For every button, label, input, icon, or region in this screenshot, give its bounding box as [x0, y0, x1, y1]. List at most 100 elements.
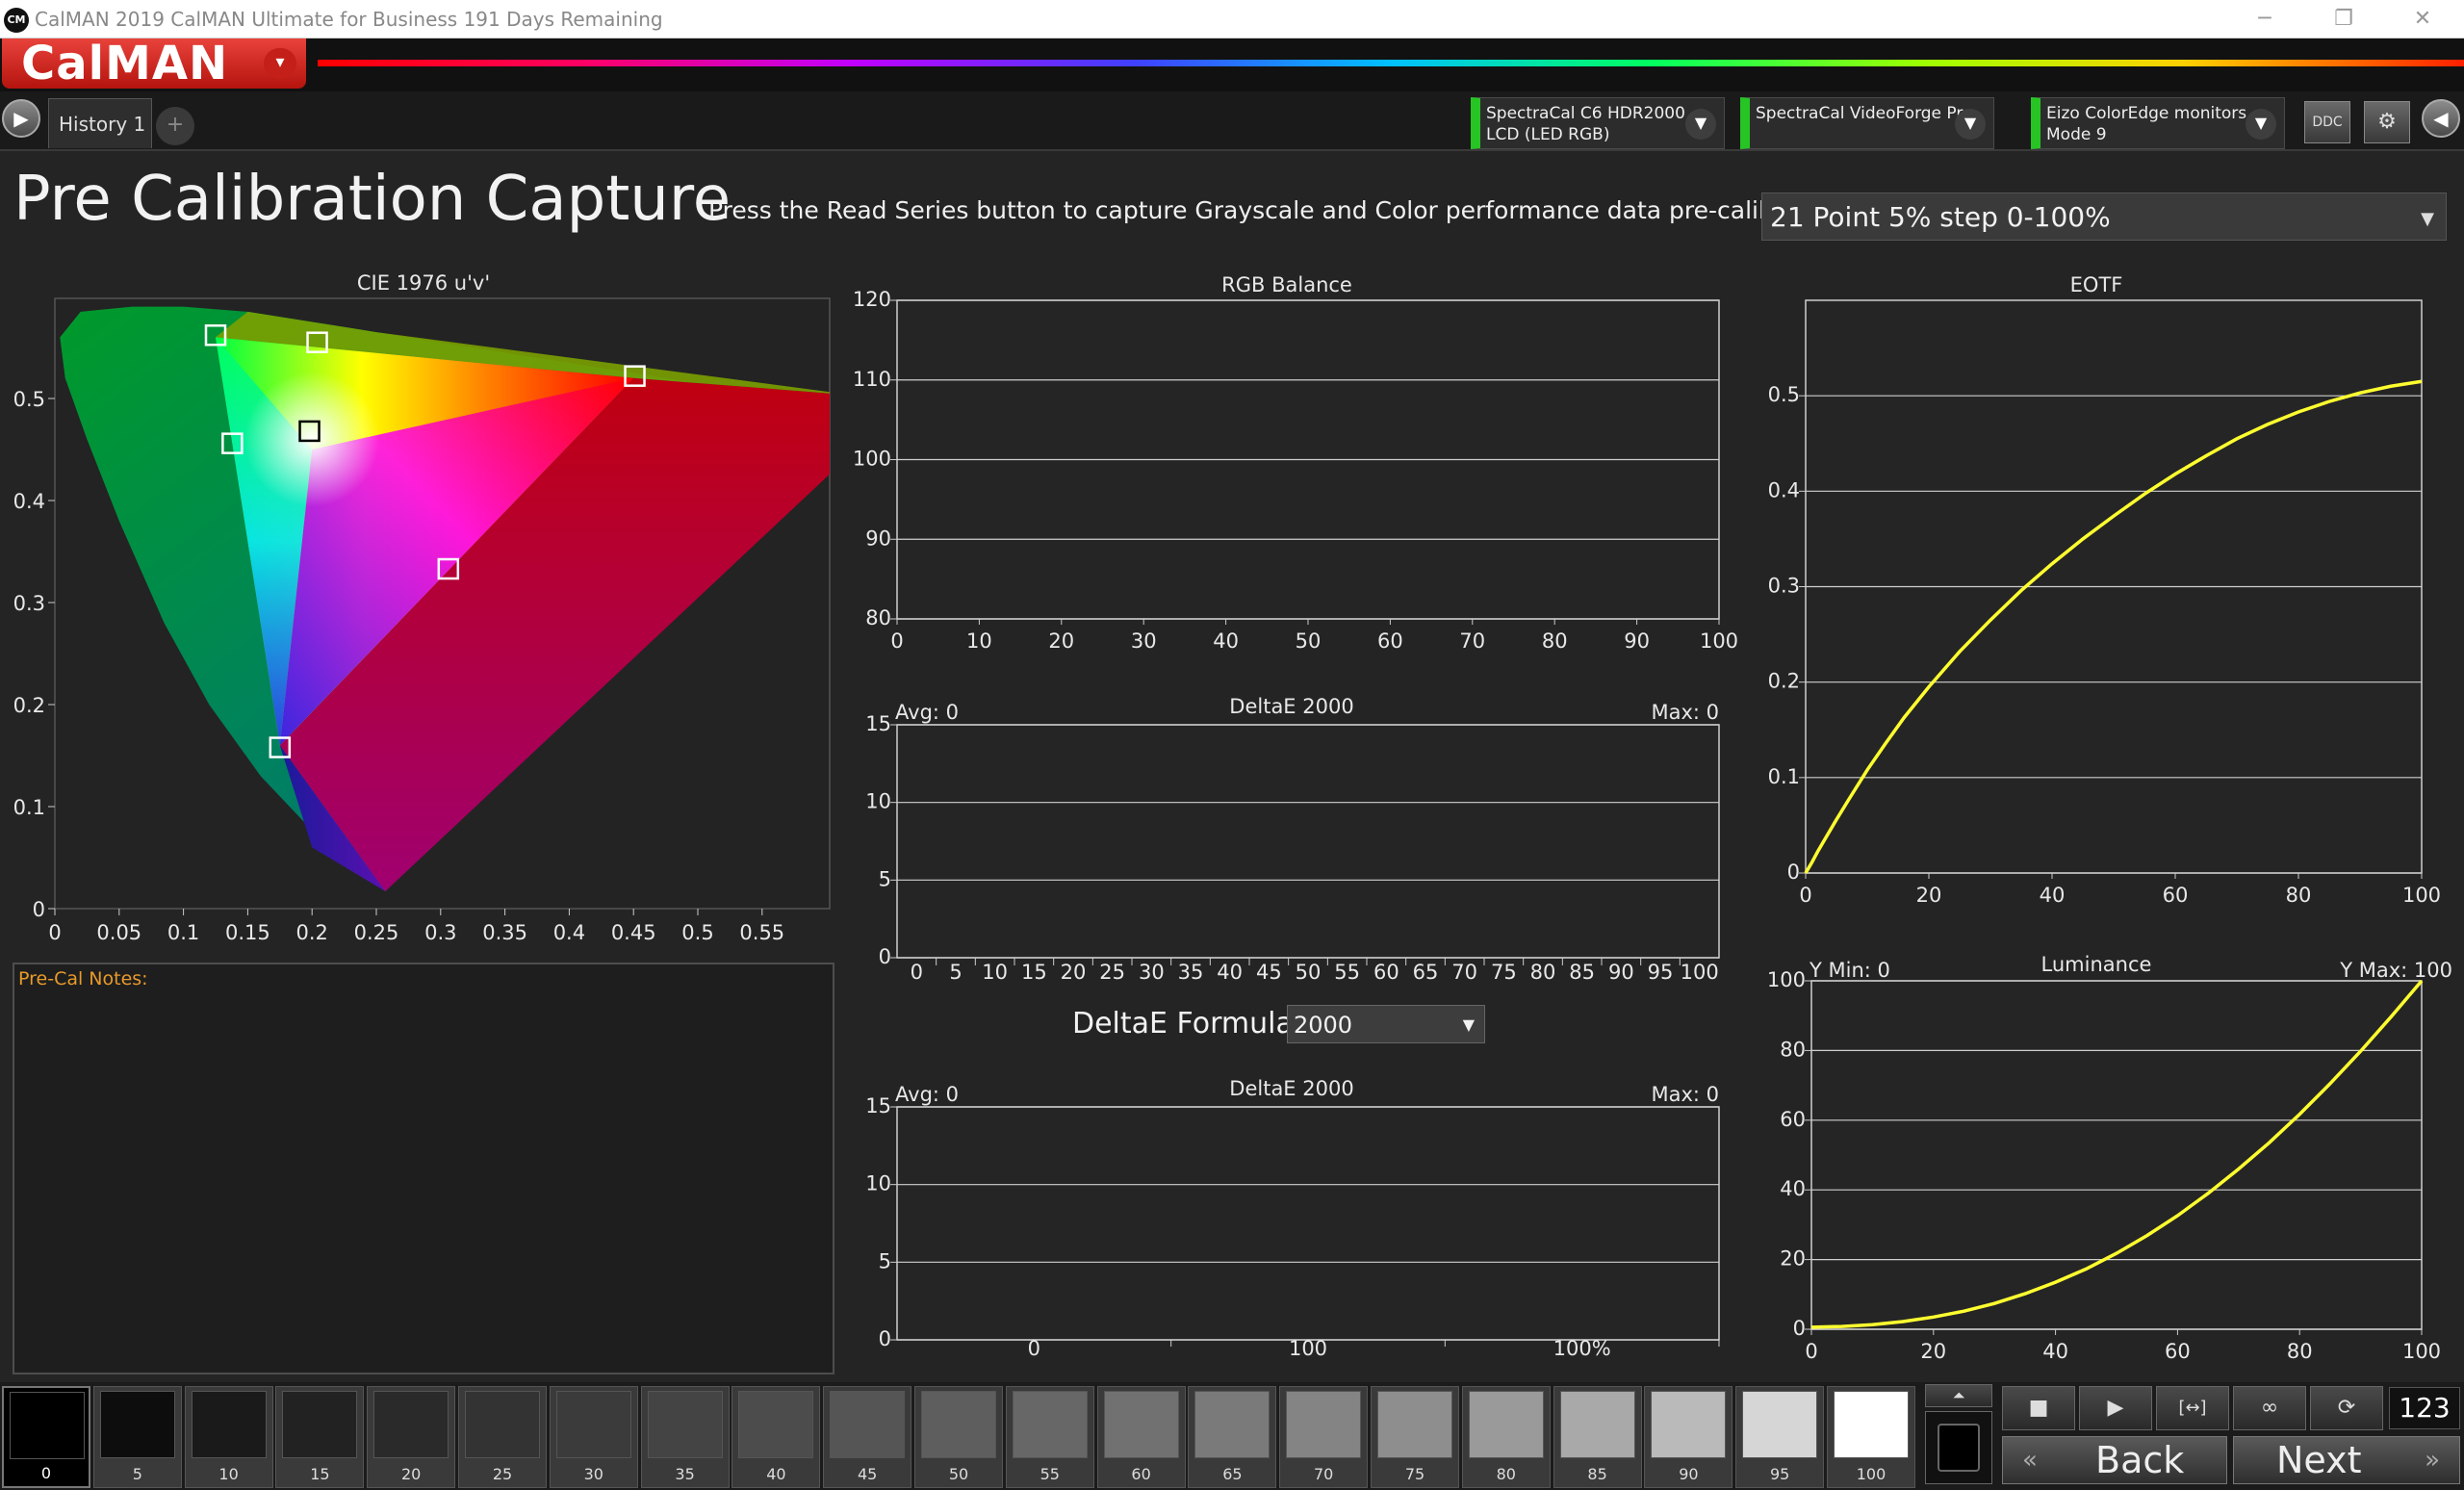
- luminance-ymin: Y Min: 0: [1809, 959, 1890, 982]
- cie-chart-svg: 0 0.05 0.1 0.15 0.2 0.25 0.3 0.35 0.4 0.45 0.5 0.55…: [13, 271, 831, 944]
- swatch-label: 30: [583, 1465, 603, 1483]
- swatch-20[interactable]: 20: [367, 1386, 456, 1488]
- swatch-75[interactable]: 75: [1371, 1386, 1459, 1488]
- cie-x-tick-label: 0.25: [354, 921, 399, 944]
- eotf-x-tick-label: 20: [1916, 884, 1942, 907]
- chevron-down-icon[interactable]: ▼: [1463, 1015, 1475, 1034]
- cie-x-tick-label: 0.05: [96, 921, 141, 944]
- source-selector[interactable]: SpectraCal VideoForge Pro ▼: [1740, 97, 1994, 149]
- swatch-35[interactable]: 35: [640, 1386, 730, 1488]
- swatch-chip: [373, 1391, 449, 1458]
- swatch-55[interactable]: 55: [1005, 1386, 1094, 1488]
- swatch-label: 90: [1679, 1465, 1699, 1483]
- deltae-color-y-tick-label: 10: [865, 1172, 891, 1195]
- swatch-0[interactable]: 0: [2, 1386, 90, 1488]
- pre-cal-notes-field[interactable]: Pre-Cal Notes:: [13, 963, 834, 1374]
- deltae-grayscale-x-label: 95: [1648, 961, 1674, 984]
- swatch-chip: [1103, 1391, 1179, 1458]
- swatch-15[interactable]: 15: [275, 1386, 365, 1488]
- luminance-svg: Luminance Y Min: 0 Y Max: 100 0 20 40 60 80 1…: [1767, 953, 2452, 1363]
- eotf-y-tick-label: 0.4: [1768, 478, 1800, 501]
- deltae-grayscale-x-label: 40: [1217, 961, 1243, 984]
- luminance-x-tick-label: 40: [2042, 1340, 2068, 1363]
- deltae-grayscale-avg: Avg: 0: [895, 701, 959, 724]
- swatch-65[interactable]: 65: [1188, 1386, 1277, 1488]
- swatch-80[interactable]: 80: [1461, 1386, 1551, 1488]
- deltae-color-x-label: 100%: [1553, 1337, 1611, 1360]
- swatch-chip: [1468, 1391, 1544, 1458]
- cie-x-tick-label: 0.45: [611, 921, 656, 944]
- gear-icon[interactable]: ⚙: [2364, 101, 2410, 143]
- collapse-panel-icon[interactable]: ◀: [2422, 99, 2460, 138]
- white-point-glow: [244, 372, 380, 507]
- logo-text: CalMAN: [21, 37, 229, 90]
- cie-y-tick-label: 0.2: [13, 694, 45, 717]
- swatch-10[interactable]: 10: [184, 1386, 273, 1488]
- next-button[interactable]: Next »: [2233, 1436, 2460, 1484]
- chevron-down-icon[interactable]: ▼: [1955, 109, 1986, 140]
- luminance-plot-area: [1810, 980, 2423, 1330]
- swatch-25[interactable]: 25: [458, 1386, 547, 1488]
- eotf-y-tick-label: 0.2: [1768, 670, 1800, 693]
- continuous-read-button[interactable]: ∞: [2233, 1386, 2306, 1430]
- swatch-chip: [99, 1391, 175, 1458]
- swatch-60[interactable]: 60: [1096, 1386, 1186, 1488]
- play-button[interactable]: ▶: [2079, 1386, 2152, 1430]
- swatch-40[interactable]: 40: [732, 1386, 821, 1488]
- rgb-balance-x-tick-label: 20: [1048, 629, 1074, 653]
- chevron-down-icon[interactable]: ▾: [264, 48, 296, 79]
- stop-button[interactable]: ■: [2002, 1386, 2075, 1430]
- swatch-100[interactable]: 100: [1827, 1386, 1915, 1488]
- display-mode: Mode 9: [2046, 125, 2107, 144]
- eotf-x-tick-label: 80: [2286, 884, 2312, 907]
- back-button[interactable]: « Back: [2002, 1436, 2227, 1484]
- deltae-formula-dropdown[interactable]: 2000 ▼: [1287, 1005, 1485, 1043]
- minimize-button[interactable]: ─: [2231, 2, 2298, 37]
- display-selector[interactable]: Eizo ColorEdge monitors Mode 9 ▼: [2031, 97, 2285, 149]
- deltae-grayscale-x-label: 50: [1296, 961, 1322, 984]
- deltae-color-avg: Avg: 0: [895, 1083, 959, 1106]
- deltae-color-plot-area: [896, 1106, 1720, 1341]
- deltae-grayscale-x-label: 25: [1099, 961, 1125, 984]
- chevron-down-icon[interactable]: ▼: [2246, 109, 2276, 140]
- swatch-95[interactable]: 95: [1735, 1386, 1825, 1488]
- refresh-button[interactable]: ⟳: [2310, 1386, 2383, 1430]
- read-series-button[interactable]: [↔]: [2156, 1386, 2229, 1430]
- tab-history-1[interactable]: History 1: [48, 98, 152, 148]
- calman-logo-menu[interactable]: CalMAN ▾: [2, 39, 306, 89]
- swatch-chip: [921, 1391, 996, 1458]
- deltae-grayscale-x-label: 5: [949, 961, 962, 984]
- swatch-50[interactable]: 50: [914, 1386, 1003, 1488]
- swatch-45[interactable]: 45: [823, 1386, 912, 1488]
- close-button[interactable]: ✕: [2389, 2, 2456, 37]
- meter-selector[interactable]: SpectraCal C6 HDR2000 LCD (LED RGB) ▼: [1471, 97, 1725, 149]
- swatch-70[interactable]: 70: [1279, 1386, 1369, 1488]
- deltae-color-y-tick-label: 5: [879, 1249, 891, 1272]
- chevron-down-icon[interactable]: ▼: [2421, 209, 2434, 229]
- cie-x-tick-label: 0.2: [295, 921, 327, 944]
- add-tab-icon[interactable]: +: [156, 107, 194, 145]
- swatch-30[interactable]: 30: [549, 1386, 638, 1488]
- notes-label: Pre-Cal Notes:: [18, 968, 148, 989]
- deltae-grayscale-x-label: 65: [1413, 961, 1439, 984]
- expand-panel-icon[interactable]: ▶: [2, 99, 40, 138]
- eotf-title: EOTF: [2070, 273, 2123, 296]
- scroll-up-icon[interactable]: ⏶: [1925, 1384, 1992, 1407]
- deltae-grayscale-x-label: 20: [1061, 961, 1087, 984]
- cie-x-tick-label: 0.1: [167, 921, 199, 944]
- swatch-5[interactable]: 5: [92, 1386, 182, 1488]
- instruction-text: Press the Read Series button to capture …: [708, 196, 1853, 224]
- swatch-85[interactable]: 85: [1553, 1386, 1642, 1488]
- restore-button[interactable]: ❐: [2310, 2, 2377, 37]
- luminance-title: Luminance: [2041, 953, 2152, 976]
- luminance-chart: Luminance Y Min: 0 Y Max: 100 0 20 40 60 80 1…: [1732, 948, 2464, 1372]
- eotf-x-tick-label: 40: [2040, 884, 2066, 907]
- chevron-down-icon[interactable]: ▼: [1685, 109, 1716, 140]
- deltae-color-title: DeltaE 2000: [1229, 1077, 1353, 1100]
- series-dropdown[interactable]: 21 Point 5% step 0-100% ▼: [1761, 193, 2447, 241]
- ddc-button[interactable]: DDC: [2304, 101, 2350, 143]
- swatch-chip: [282, 1391, 358, 1458]
- deltae-grayscale-x-label: 70: [1451, 961, 1477, 984]
- swatch-90[interactable]: 90: [1644, 1386, 1733, 1488]
- rgb-balance-x-tick-label: 10: [966, 629, 992, 653]
